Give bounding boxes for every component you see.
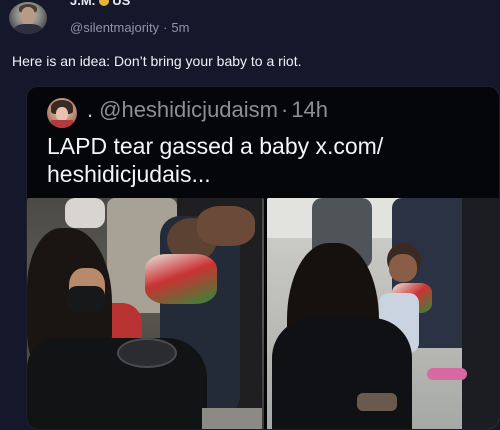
post-text: Here is an idea: Don’t bring your baby t… bbox=[12, 53, 302, 69]
quoted-meta-separator: · bbox=[280, 97, 289, 122]
black-jacket-right bbox=[272, 318, 412, 429]
author-display-name[interactable]: J.M. bbox=[70, 0, 95, 8]
quoted-handle[interactable]: @heshidicjudaism bbox=[99, 97, 278, 122]
quoted-avatar-scarf bbox=[51, 120, 73, 128]
avatar-shirt bbox=[14, 24, 42, 34]
avatar[interactable] bbox=[9, 2, 47, 34]
cup-holder bbox=[117, 338, 177, 368]
author-handle[interactable]: @silentmajority bbox=[70, 20, 159, 35]
quoted-timestamp[interactable]: 14h bbox=[291, 97, 328, 122]
verified-badge-icon bbox=[99, 0, 110, 6]
quoted-photo-right[interactable] bbox=[267, 198, 499, 429]
background-hand bbox=[65, 198, 105, 228]
pink-shoe bbox=[427, 368, 467, 380]
meta-separator: · bbox=[163, 20, 168, 35]
quoted-avatar[interactable] bbox=[47, 98, 77, 128]
author-country: US bbox=[112, 0, 131, 8]
palestinian-flag-cloth bbox=[145, 254, 217, 304]
author-meta: @silentmajority · 5m bbox=[70, 20, 189, 35]
quoted-post[interactable]: . @heshidicjudaism · 14h LAPD tear gassed a… bbox=[26, 86, 500, 430]
helper-hand bbox=[197, 206, 255, 246]
face-mask bbox=[67, 286, 105, 312]
right-figure bbox=[462, 198, 499, 429]
avatar-face bbox=[21, 7, 35, 25]
quoted-author-meta: . @heshidicjudaism · 14h bbox=[87, 97, 328, 123]
post-card[interactable]: J.M. US @silentmajority · 5m Here is an ide… bbox=[0, 0, 500, 430]
author-name-line[interactable]: J.M. US bbox=[70, 0, 130, 8]
quoted-post-text: LAPD tear gassed a baby x.com/ heshidicj… bbox=[47, 133, 384, 187]
baby-face-right bbox=[389, 254, 417, 282]
quoted-avatar-face bbox=[56, 107, 68, 121]
post-timestamp[interactable]: 5m bbox=[171, 20, 189, 35]
quoted-photo-left[interactable] bbox=[27, 198, 264, 429]
quoted-lead-dot: . bbox=[87, 97, 94, 122]
pavement bbox=[202, 408, 262, 429]
baby-shoe bbox=[357, 393, 397, 411]
